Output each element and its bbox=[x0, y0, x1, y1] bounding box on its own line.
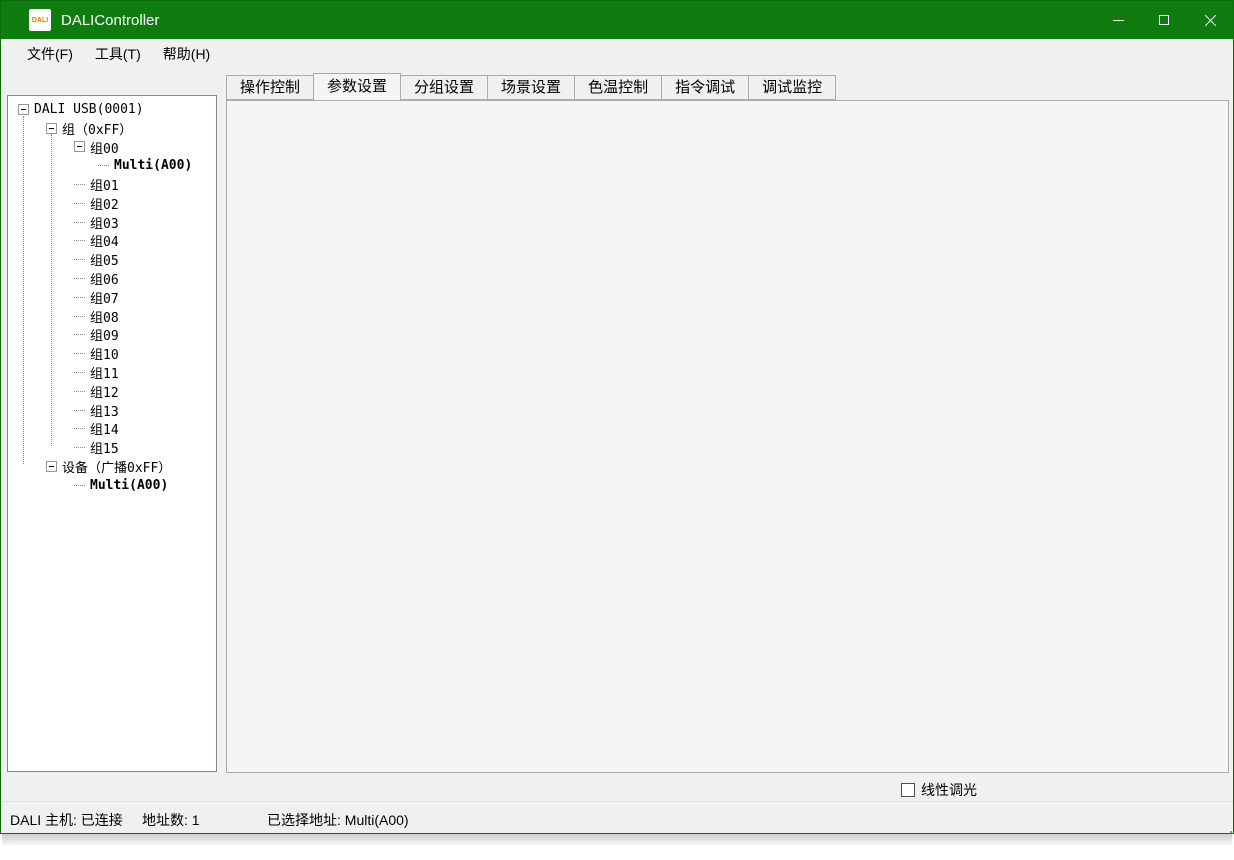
parameter-settings-page bbox=[226, 100, 1229, 773]
tree-node-group10[interactable]: 组10 bbox=[8, 344, 216, 363]
tree-connector bbox=[74, 353, 85, 354]
tree-node-group12[interactable]: 组12 bbox=[8, 382, 216, 401]
tree-guide-line bbox=[51, 134, 52, 446]
device-tree: DALI USB(0001) 组（0xFF） 组00 Multi(A00) 组0… bbox=[7, 95, 217, 772]
tree-node-label: 组02 bbox=[90, 194, 119, 213]
title-bar: DALI DALIController bbox=[1, 1, 1233, 39]
tree-node-group05[interactable]: 组05 bbox=[8, 250, 216, 269]
tree-node-device-multi-a00[interactable]: Multi(A00) bbox=[8, 476, 216, 495]
tree-node-label: 组15 bbox=[90, 438, 119, 457]
tab-scene-settings[interactable]: 场景设置 bbox=[487, 75, 575, 100]
collapse-icon[interactable] bbox=[46, 123, 57, 134]
tree-node-label: 组11 bbox=[90, 363, 119, 382]
close-icon bbox=[1204, 14, 1217, 27]
tree-node-group13[interactable]: 组13 bbox=[8, 401, 216, 420]
tab-grouping-settings[interactable]: 分组设置 bbox=[400, 75, 488, 100]
tree-guide-line bbox=[23, 116, 24, 464]
tree-node-device-broadcast[interactable]: 设备（广播0xFF） bbox=[8, 457, 216, 476]
tab-command-debug[interactable]: 指令调试 bbox=[661, 75, 749, 100]
maximize-button[interactable] bbox=[1141, 1, 1187, 39]
app-icon: DALI bbox=[29, 9, 51, 31]
tree-node-group02[interactable]: 组02 bbox=[8, 194, 216, 213]
tree-node-group04[interactable]: 组04 bbox=[8, 232, 216, 251]
tree-connector bbox=[74, 485, 85, 486]
tree-connector bbox=[74, 334, 85, 335]
tree-node-group03[interactable]: 组03 bbox=[8, 213, 216, 232]
app-window: DALI DALIController 文件(F) 工具(T) 帮助(H) DA… bbox=[0, 0, 1234, 834]
tree-node-group08[interactable]: 组08 bbox=[8, 307, 216, 326]
host-status: DALI 主机: 已连接 bbox=[10, 810, 123, 830]
tree-node-group01[interactable]: 组01 bbox=[8, 175, 216, 194]
tree-node-label: 组08 bbox=[90, 307, 119, 326]
tree-node-label: 组14 bbox=[90, 419, 119, 438]
tree-connector bbox=[74, 372, 85, 373]
tree-node-group15[interactable]: 组15 bbox=[8, 438, 216, 457]
checkbox-icon[interactable] bbox=[901, 783, 915, 797]
checkbox-label: 线性调光 bbox=[921, 780, 977, 800]
tree-node-label: 组12 bbox=[90, 382, 119, 401]
tree-node-label: 组09 bbox=[90, 325, 119, 344]
tree-connector bbox=[74, 278, 85, 279]
tab-bar: 操作控制 参数设置 分组设置 场景设置 色温控制 指令调试 调试监控 bbox=[226, 75, 835, 100]
tree-connector bbox=[74, 184, 85, 185]
tree-node-group09[interactable]: 组09 bbox=[8, 326, 216, 345]
tree-node-group07[interactable]: 组07 bbox=[8, 288, 216, 307]
tree-connector bbox=[74, 391, 85, 392]
collapse-icon[interactable] bbox=[18, 104, 29, 115]
address-count: 地址数: 1 bbox=[142, 810, 200, 830]
tree-connector bbox=[74, 240, 85, 241]
close-button[interactable] bbox=[1187, 1, 1233, 39]
tree-node-label: 组05 bbox=[90, 250, 119, 269]
tree-connector bbox=[74, 297, 85, 298]
tree-node-label: Multi(A00) bbox=[90, 478, 168, 493]
selected-address: 已选择地址: Multi(A00) bbox=[267, 810, 409, 830]
tree-node-label: 组10 bbox=[90, 344, 119, 363]
tree-node-group06[interactable]: 组06 bbox=[8, 269, 216, 288]
tree-node-group14[interactable]: 组14 bbox=[8, 420, 216, 439]
tree-node-label: 组03 bbox=[90, 213, 119, 232]
window-shadow bbox=[2, 834, 1232, 845]
tree-node-group00[interactable]: 组00 bbox=[8, 138, 216, 157]
tree-connector bbox=[98, 165, 109, 166]
tree-connector bbox=[74, 203, 85, 204]
tree-connector bbox=[74, 410, 85, 411]
window-controls bbox=[1095, 1, 1233, 39]
tree-node-label: DALI USB(0001) bbox=[34, 102, 144, 117]
tree-connector bbox=[74, 428, 85, 429]
menu-help[interactable]: 帮助(H) bbox=[152, 40, 221, 68]
tree-node-label: 组00 bbox=[90, 138, 119, 157]
minimize-button[interactable] bbox=[1095, 1, 1141, 39]
tab-color-temp-control[interactable]: 色温控制 bbox=[574, 75, 662, 100]
tree-connector bbox=[74, 316, 85, 317]
tree-node-multi-a00[interactable]: Multi(A00) bbox=[8, 156, 216, 175]
tree-node-label: 组06 bbox=[90, 269, 119, 288]
resize-grip-icon[interactable] bbox=[1226, 827, 1228, 829]
menu-bar: 文件(F) 工具(T) 帮助(H) bbox=[2, 39, 1233, 69]
tree-node-label: 组04 bbox=[90, 231, 119, 250]
tree-node-root[interactable]: DALI USB(0001) bbox=[8, 100, 216, 119]
tree-node-label: 组07 bbox=[90, 288, 119, 307]
tree-node-label: 组（0xFF） bbox=[62, 119, 132, 138]
tree-node-label: 设备（广播0xFF） bbox=[62, 457, 171, 476]
collapse-icon[interactable] bbox=[46, 461, 57, 472]
maximize-icon bbox=[1159, 15, 1169, 25]
tab-operation-control[interactable]: 操作控制 bbox=[226, 75, 314, 100]
linear-dimming-checkbox[interactable]: 线性调光 bbox=[901, 780, 977, 800]
collapse-icon[interactable] bbox=[74, 141, 85, 152]
window-title: DALIController bbox=[61, 12, 159, 29]
tree-node-label: 组13 bbox=[90, 401, 119, 420]
menu-tools[interactable]: 工具(T) bbox=[84, 40, 152, 68]
tree-node-group-ff[interactable]: 组（0xFF） bbox=[8, 119, 216, 138]
menu-file[interactable]: 文件(F) bbox=[16, 40, 84, 68]
status-bar: DALI 主机: 已连接 地址数: 1 已选择地址: Multi(A00) bbox=[2, 801, 1233, 834]
tree-node-group11[interactable]: 组11 bbox=[8, 363, 216, 382]
minimize-icon bbox=[1113, 20, 1124, 21]
tree-connector bbox=[74, 222, 85, 223]
tab-debug-monitor[interactable]: 调试监控 bbox=[748, 75, 836, 100]
tree-node-label: 组01 bbox=[90, 175, 119, 194]
tree-connector bbox=[74, 259, 85, 260]
tree-connector bbox=[74, 447, 85, 448]
tab-parameter-settings[interactable]: 参数设置 bbox=[313, 73, 401, 100]
tree-node-label: Multi(A00) bbox=[114, 158, 192, 173]
